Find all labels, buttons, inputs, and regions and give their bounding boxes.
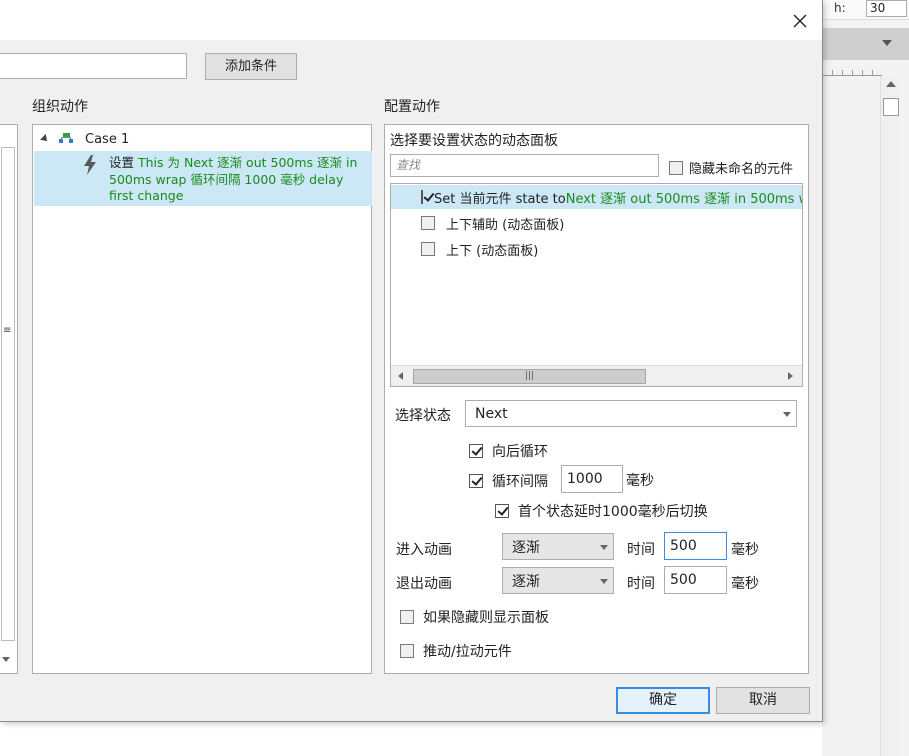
- animate-in-value: 逐渐: [512, 539, 540, 556]
- configure-actions-panel: 选择要设置状态的动态面板 查找 隐藏未命名的元件 Set 当前元件 state …: [384, 124, 809, 674]
- case-name-input[interactable]: [0, 53, 187, 79]
- checkbox-box[interactable]: [400, 610, 414, 624]
- organize-actions-tree: Case 1 设置 This 为 Next 逐渐 out 500ms 逐渐 in…: [32, 124, 372, 674]
- select-state-label: 选择状态: [395, 408, 451, 424]
- animate-out-value: 逐渐: [512, 573, 540, 590]
- animate-out-time-input[interactable]: 500: [664, 566, 727, 594]
- search-input[interactable]: 查找: [390, 154, 659, 177]
- list-item-current-widget[interactable]: Set 当前元件 state to Next 逐渐 out 500ms 逐渐 i…: [391, 185, 802, 209]
- action-detail: This 为 Next 逐渐 out 500ms 逐渐 in 500ms wra…: [109, 155, 358, 203]
- action-prefix: 设置: [109, 155, 135, 170]
- select-panels-title: 选择要设置状态的动态面板: [390, 133, 558, 149]
- add-actions-panel: ≡: [0, 124, 18, 674]
- scroll-right-icon[interactable]: [788, 372, 793, 380]
- animate-out-unit: 毫秒: [731, 576, 759, 592]
- push-pull-checkbox[interactable]: 推动/拉动元件: [400, 641, 512, 661]
- delay-first-label: 首个状态延时1000毫秒后切换: [518, 504, 708, 520]
- chevron-down-icon: [600, 544, 608, 550]
- cancel-button[interactable]: 取消: [716, 687, 810, 714]
- animate-out-time-label: 时间: [627, 576, 655, 592]
- checkbox-box[interactable]: [469, 444, 483, 458]
- list-horizontal-scrollbar[interactable]: |||: [391, 365, 802, 386]
- interval-input[interactable]: 1000: [561, 465, 623, 493]
- list-item-detail: Next 逐渐 out 500ms 逐渐 in 500ms wrap: [565, 191, 802, 207]
- interval-checkbox[interactable]: 循环间隔: [469, 471, 548, 491]
- wrap-checkbox[interactable]: 向后循环: [469, 441, 548, 461]
- tree-node-case[interactable]: Case 1: [40, 131, 130, 147]
- case-editor-dialog: 添加条件 组织动作 配置动作 ≡ Case 1 设置 This 为 Next 逐…: [0, 0, 823, 722]
- configure-actions-label: 配置动作: [384, 99, 440, 115]
- checkbox-box[interactable]: [669, 160, 683, 175]
- list-item-panel[interactable]: 上下 (动态面板): [391, 237, 802, 261]
- scroll-left-icon[interactable]: [398, 372, 403, 380]
- case-hierarchy-icon: [59, 133, 73, 145]
- list-item-label: 上下 (动态面板): [446, 243, 539, 259]
- background-vertical-scrollbar[interactable]: [880, 76, 900, 756]
- panel-checkbox[interactable]: [421, 190, 423, 204]
- chevron-down-icon: [783, 411, 791, 417]
- animate-out-label: 退出动画: [396, 576, 452, 592]
- tree-node-action[interactable]: 设置 This 为 Next 逐渐 out 500ms 逐渐 in 500ms …: [34, 151, 372, 206]
- animate-in-label: 进入动画: [396, 542, 452, 558]
- interval-unit: 毫秒: [626, 473, 654, 489]
- push-pull-label: 推动/拉动元件: [423, 644, 512, 660]
- scroll-down-icon[interactable]: [2, 657, 10, 662]
- panel-checkbox[interactable]: [421, 242, 435, 256]
- checkbox-box[interactable]: [469, 474, 483, 488]
- scrollbar-thumb[interactable]: [883, 98, 899, 116]
- scroll-up-icon[interactable]: [886, 81, 896, 87]
- list-item-panel[interactable]: 上下辅助 (动态面板): [391, 211, 802, 235]
- add-condition-button[interactable]: 添加条件: [205, 53, 297, 80]
- height-label: h:: [834, 1, 846, 15]
- close-icon: [793, 14, 807, 28]
- animate-in-time-label: 时间: [627, 542, 655, 558]
- checkbox-box[interactable]: [400, 644, 414, 658]
- animate-in-unit: 毫秒: [731, 542, 759, 558]
- action-description: 设置 This 为 Next 逐渐 out 500ms 逐渐 in 500ms …: [109, 155, 364, 205]
- delay-first-checkbox[interactable]: 首个状态延时1000毫秒后切换: [495, 501, 708, 521]
- organize-actions-label: 组织动作: [32, 99, 88, 115]
- chevron-down-icon: [600, 578, 608, 584]
- checkbox-box[interactable]: [495, 504, 509, 518]
- select-state-dropdown[interactable]: Next: [465, 400, 797, 427]
- list-item-label: 上下辅助 (动态面板): [446, 217, 565, 233]
- background-header-bar: [822, 28, 909, 60]
- wrap-label: 向后循环: [492, 444, 548, 460]
- show-if-hidden-label: 如果隐藏则显示面板: [423, 610, 549, 626]
- ruler: [822, 64, 882, 76]
- animate-in-time-input[interactable]: 500: [664, 532, 727, 560]
- hide-unnamed-checkbox[interactable]: 隐藏未命名的元件: [669, 158, 793, 177]
- select-state-value: Next: [475, 405, 508, 422]
- dynamic-panel-list: Set 当前元件 state to Next 逐渐 out 500ms 逐渐 i…: [390, 183, 803, 387]
- height-input[interactable]: 30: [866, 0, 907, 17]
- hide-unnamed-label: 隐藏未命名的元件: [689, 162, 794, 177]
- lightning-bolt-icon: [84, 155, 96, 175]
- panel-checkbox[interactable]: [421, 216, 435, 230]
- case-label: Case 1: [85, 131, 130, 147]
- left-vertical-scrollbar[interactable]: [1, 147, 15, 641]
- ok-button[interactable]: 确定: [616, 687, 710, 714]
- collapse-triangle-icon[interactable]: [40, 134, 50, 144]
- show-if-hidden-checkbox[interactable]: 如果隐藏则显示面板: [400, 607, 549, 627]
- list-item-label: Set 当前元件 state to: [434, 191, 566, 207]
- animate-out-dropdown[interactable]: 逐渐: [502, 567, 614, 594]
- animate-in-dropdown[interactable]: 逐渐: [502, 533, 614, 560]
- interval-label: 循环间隔: [492, 474, 548, 490]
- scroll-grip-icon[interactable]: ≡: [3, 325, 11, 336]
- screen: h: 30 添加条件 组织动作 配置动作 ≡ Case 1 设置 This 为 …: [0, 0, 909, 756]
- close-button[interactable]: [786, 8, 814, 34]
- scrollbar-thumb[interactable]: |||: [413, 369, 646, 384]
- chevron-down-icon[interactable]: [882, 40, 892, 46]
- dialog-titlebar: [0, 0, 822, 40]
